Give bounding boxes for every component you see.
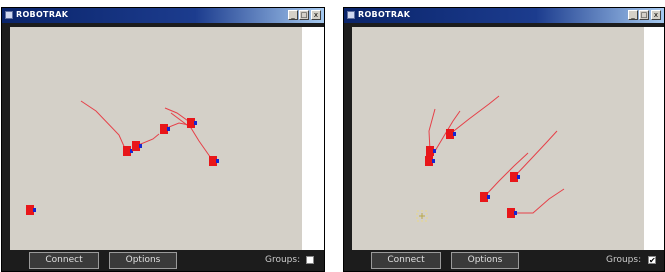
robot-marker[interactable] (425, 156, 435, 166)
robot-marker[interactable] (123, 146, 133, 156)
robot-trail (80, 100, 128, 154)
close-button[interactable]: x (651, 10, 661, 20)
robot-body (160, 124, 168, 134)
robot-marker[interactable] (209, 156, 219, 166)
side-panel (302, 27, 324, 250)
robot-body (507, 208, 515, 218)
robot-body (510, 172, 518, 182)
options-button[interactable]: Options (451, 252, 519, 269)
robot-body (480, 192, 488, 202)
robot-trail (513, 130, 558, 178)
connect-button[interactable]: Connect (29, 252, 99, 269)
robot-marker[interactable] (160, 124, 170, 134)
side-panel (644, 27, 664, 250)
robot-trail (428, 108, 436, 152)
window-title: ROBOTRAK (358, 10, 411, 19)
robot-heading (514, 211, 517, 215)
tracking-field[interactable] (352, 27, 644, 250)
minimize-button[interactable]: _ (628, 10, 638, 20)
robot-body (123, 146, 131, 156)
robot-marker[interactable] (187, 118, 197, 128)
robot-heading (194, 121, 197, 125)
window-title: ROBOTRAK (16, 10, 69, 19)
groups-checkbox[interactable] (306, 256, 314, 264)
robot-marker[interactable] (26, 205, 36, 215)
robot-marker[interactable] (426, 146, 436, 156)
robot-heading (433, 149, 436, 153)
robot-heading (432, 159, 435, 163)
groups-label: Groups: (606, 255, 642, 265)
options-button[interactable]: Options (109, 252, 177, 269)
minimize-button[interactable]: _ (288, 10, 298, 20)
connect-button[interactable]: Connect (371, 252, 441, 269)
robot-heading (167, 127, 170, 131)
robot-body (425, 156, 433, 166)
maximize-button[interactable]: □ (639, 10, 649, 20)
robot-trail (511, 188, 565, 214)
title-bar[interactable]: ROBOTRAK _ □ x (344, 8, 664, 23)
robot-marker[interactable] (132, 141, 142, 151)
robot-marker[interactable] (480, 192, 490, 202)
robot-body (187, 118, 195, 128)
robot-body (209, 156, 217, 166)
robot-trail (483, 152, 529, 198)
tracking-canvas (416, 95, 565, 222)
robot-body (426, 146, 434, 156)
maximize-button[interactable]: □ (299, 10, 309, 20)
robotrak-window-left: ROBOTRAK _ □ x Connect Options Groups: (1, 7, 325, 272)
robot-heading (517, 175, 520, 179)
robot-marker[interactable] (510, 172, 520, 182)
robot-heading (487, 195, 490, 199)
tracking-field[interactable] (10, 27, 302, 250)
app-icon (5, 11, 13, 19)
robot-heading (139, 144, 142, 148)
robot-body (132, 141, 140, 151)
robot-heading (33, 208, 36, 212)
tracking-canvas (26, 100, 219, 215)
close-button[interactable]: x (311, 10, 321, 20)
target-crosshair-icon (416, 210, 428, 222)
app-icon (347, 11, 355, 19)
robot-marker[interactable] (507, 208, 517, 218)
robot-heading (453, 132, 456, 136)
robot-body (26, 205, 34, 215)
robotrak-window-right: ROBOTRAK _ □ x Connect Options Groups: ✔ (343, 7, 665, 272)
robot-body (446, 129, 454, 139)
title-bar[interactable]: ROBOTRAK _ □ x (2, 8, 324, 23)
groups-checkbox[interactable]: ✔ (648, 256, 656, 265)
robot-heading (216, 159, 219, 163)
groups-label: Groups: (265, 255, 301, 265)
